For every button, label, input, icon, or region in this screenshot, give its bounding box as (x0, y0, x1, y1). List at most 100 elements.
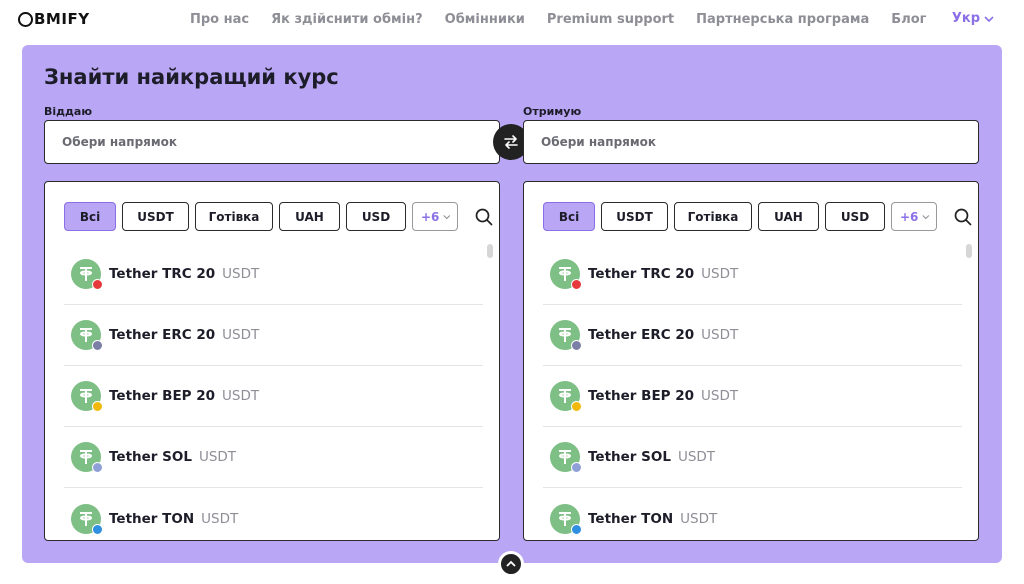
language-selector[interactable]: Укр (952, 11, 994, 26)
list-item[interactable]: Tether TRC 20 USDT (64, 244, 483, 305)
chevron-down-icon (922, 214, 930, 219)
list-item[interactable]: Tether ERC 20 USDT (543, 305, 962, 366)
currency-name: Tether BEP 20 (588, 388, 695, 404)
logo-mark (18, 11, 33, 27)
ethereum-network-icon (92, 340, 103, 351)
currency-ticker: USDT (677, 449, 716, 465)
more-count: +6 (421, 209, 440, 224)
filter-chip-uah[interactable]: UAH (758, 202, 819, 231)
logo-text: BMIFY (34, 10, 90, 28)
search-icon (954, 208, 972, 225)
filter-chip-cash[interactable]: Готівка (195, 202, 273, 231)
swap-arrows-icon (504, 135, 518, 149)
give-field (44, 120, 500, 164)
currency-ticker: USDT (222, 327, 260, 343)
currency-name: Tether ERC 20 (109, 327, 216, 343)
get-currency-list: Всі USDT Готівка UAH USD +6 Tether TRC 2… (523, 181, 979, 541)
exchange-panel: Знайти найкращий курс Віддаю Отримую Всі… (22, 45, 1002, 563)
filter-chips: Всі USDT Готівка UAH USD +6 (64, 202, 496, 231)
tether-coin-icon (71, 442, 103, 473)
tether-coin-icon (71, 503, 103, 535)
list-item[interactable]: Tether BEP 20 USDT (64, 366, 483, 427)
search-button[interactable] (472, 205, 496, 229)
chevron-down-icon (984, 15, 994, 22)
ton-network-icon (92, 523, 103, 535)
filter-chip-usd[interactable]: USD (346, 202, 406, 231)
filter-chip-more[interactable]: +6 (412, 202, 458, 231)
solana-network-icon (92, 462, 103, 473)
currency-ticker: USDT (222, 388, 260, 404)
currency-ticker: USDT (201, 510, 239, 527)
filter-chip-cash[interactable]: Готівка (674, 202, 752, 231)
currency-ticker: USDT (701, 388, 739, 404)
filter-chip-usdt[interactable]: USDT (122, 202, 189, 231)
tether-coin-icon (550, 259, 582, 290)
language-label: Укр (951, 11, 980, 26)
tron-network-icon (92, 279, 103, 290)
tether-coin-icon (71, 259, 103, 290)
chevron-down-icon (443, 214, 451, 219)
list-item[interactable]: Tether ERC 20 USDT (64, 305, 483, 366)
main-nav: Про нас Як здійснити обмін? Обмінники Pr… (190, 12, 948, 27)
currency-ticker: USDT (701, 266, 739, 282)
tether-coin-icon (550, 503, 582, 535)
give-currency-list: Всі USDT Готівка UAH USD +6 Tether TRC 2… (44, 181, 500, 541)
tether-coin-icon (550, 381, 582, 412)
currency-ticker: USDT (701, 327, 739, 343)
filter-chips: Всі USDT Готівка UAH USD +6 (543, 202, 975, 231)
header: BMIFY Про нас Як здійснити обмін? Обмінн… (0, 0, 1024, 40)
tether-coin-icon (550, 320, 582, 351)
nav-item-premium-support[interactable]: Premium support (547, 12, 674, 27)
currency-name: Tether SOL (588, 449, 671, 465)
currency-name: Tether SOL (109, 449, 192, 465)
ton-network-icon (571, 523, 582, 535)
give-label: Віддаю (44, 105, 93, 118)
collapse-button[interactable] (498, 551, 524, 577)
chevron-up-icon (506, 560, 516, 567)
get-field (523, 120, 979, 164)
currency-name: Tether ERC 20 (588, 327, 695, 343)
currency-name: Tether TRC 20 (588, 266, 695, 282)
tron-network-icon (571, 279, 582, 290)
nav-item-blog[interactable]: Блог (891, 12, 926, 27)
currency-name: Tether BEP 20 (109, 388, 216, 404)
list-item[interactable]: Tether TON USDT (64, 488, 483, 540)
get-label: Отримую (523, 105, 582, 118)
give-direction-input[interactable] (45, 121, 499, 163)
search-button[interactable] (951, 205, 975, 229)
tether-coin-icon (71, 381, 103, 412)
currency-name: Tether TRC 20 (109, 266, 216, 282)
scrollbar[interactable] (966, 244, 972, 258)
filter-chip-uah[interactable]: UAH (279, 202, 340, 231)
filter-chip-all[interactable]: Всі (543, 202, 595, 231)
currency-ticker: USDT (680, 510, 718, 527)
bnb-network-icon (571, 401, 582, 412)
nav-item-how-to-exchange[interactable]: Як здійснити обмін? (271, 12, 423, 27)
scrollbar[interactable] (487, 244, 493, 258)
nav-item-exchangers[interactable]: Обмінники (445, 12, 525, 27)
list-item[interactable]: Tether SOL USDT (543, 427, 962, 488)
ethereum-network-icon (571, 340, 582, 351)
currency-ticker: USDT (198, 449, 237, 465)
tether-coin-icon (71, 320, 103, 351)
nav-item-about[interactable]: Про нас (190, 12, 249, 27)
search-icon (475, 208, 493, 225)
list-item[interactable]: Tether TON USDT (543, 488, 962, 540)
filter-chip-more[interactable]: +6 (891, 202, 937, 231)
filter-chip-usd[interactable]: USD (825, 202, 885, 231)
page-title: Знайти найкращий курс (44, 65, 339, 89)
list-item[interactable]: Tether BEP 20 USDT (543, 366, 962, 427)
list-item[interactable]: Tether TRC 20 USDT (543, 244, 962, 305)
currency-ticker: USDT (222, 266, 260, 282)
currency-name: Tether TON (109, 510, 195, 527)
currency-rows: Tether TRC 20 USDT Tether ERC 20 USDT Te… (543, 244, 962, 540)
list-item[interactable]: Tether SOL USDT (64, 427, 483, 488)
currency-rows: Tether TRC 20 USDT Tether ERC 20 USDT Te… (64, 244, 483, 540)
filter-chip-all[interactable]: Всі (64, 202, 116, 231)
get-direction-input[interactable] (524, 121, 978, 163)
bnb-network-icon (92, 401, 103, 412)
logo[interactable]: BMIFY (18, 10, 90, 28)
filter-chip-usdt[interactable]: USDT (601, 202, 668, 231)
nav-item-partner-program[interactable]: Партнерська програма (696, 12, 869, 27)
more-count: +6 (900, 209, 919, 224)
